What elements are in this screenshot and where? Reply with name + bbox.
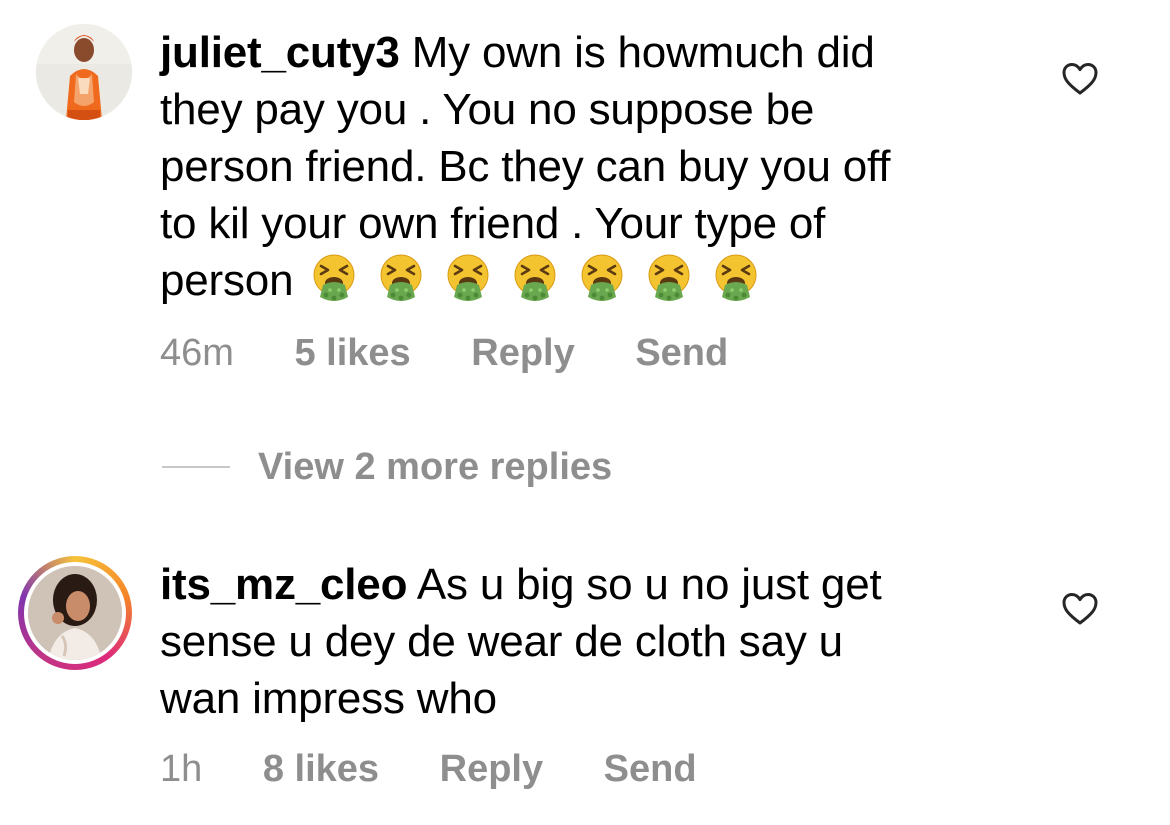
- username[interactable]: its_mz_cleo: [160, 560, 407, 609]
- avatar[interactable]: [36, 24, 132, 120]
- vomiting-face-emoji: [715, 254, 757, 301]
- comment-text-line-with-emojis: person: [160, 252, 1040, 309]
- avatar-image: [24, 562, 126, 664]
- username[interactable]: juliet_cuty3: [160, 28, 400, 77]
- vomiting-face-emoji: [313, 254, 355, 301]
- reply-button[interactable]: Reply: [471, 332, 574, 375]
- comment-text: My own is howmuch did: [411, 28, 875, 77]
- comment-meta: 1h 8 likes Reply Send: [160, 748, 747, 791]
- view-more-replies-label[interactable]: View 2 more replies: [258, 446, 612, 489]
- comment-text-line: sense u dey de wear de cloth say u: [160, 617, 843, 666]
- avatar-story-ring[interactable]: [18, 556, 132, 670]
- vomiting-face-emoji: [447, 254, 489, 301]
- comment-meta: 46m 5 likes Reply Send: [160, 332, 778, 375]
- avatar-image: [36, 24, 132, 120]
- comment-text-line: its_mz_cleo As u big so u no just get: [160, 556, 1040, 613]
- comment-body: juliet_cuty3 My own is howmuch did they …: [160, 24, 1040, 309]
- send-button[interactable]: Send: [604, 748, 697, 791]
- comment-text-line: juliet_cuty3 My own is howmuch did: [160, 24, 1040, 81]
- heart-outline-icon[interactable]: [1062, 592, 1098, 626]
- reply-button[interactable]: Reply: [440, 748, 543, 791]
- comment-time: 46m: [160, 332, 234, 374]
- send-button[interactable]: Send: [635, 332, 728, 375]
- likes-count[interactable]: 5 likes: [294, 332, 410, 375]
- likes-count[interactable]: 8 likes: [263, 748, 379, 791]
- comment-text: person: [160, 256, 294, 305]
- vomiting-face-emoji: [514, 254, 556, 301]
- comment-text: As u big so u no just get: [416, 560, 882, 609]
- vomiting-face-emoji: [380, 254, 422, 301]
- comment-text-line: to kil your own friend . Your type of: [160, 199, 826, 248]
- emoji-row: [293, 254, 762, 305]
- comment-text-line: wan impress who: [160, 674, 497, 723]
- replies-divider: [162, 466, 230, 468]
- comment-text-line: person friend. Bc they can buy you off: [160, 142, 891, 191]
- comment-text-line: they pay you . You no suppose be: [160, 85, 815, 134]
- heart-outline-icon[interactable]: [1062, 62, 1098, 96]
- vomiting-face-emoji: [648, 254, 690, 301]
- vomiting-face-emoji: [581, 254, 623, 301]
- comment-time: 1h: [160, 748, 203, 790]
- comment-body: its_mz_cleo As u big so u no just get se…: [160, 556, 1040, 727]
